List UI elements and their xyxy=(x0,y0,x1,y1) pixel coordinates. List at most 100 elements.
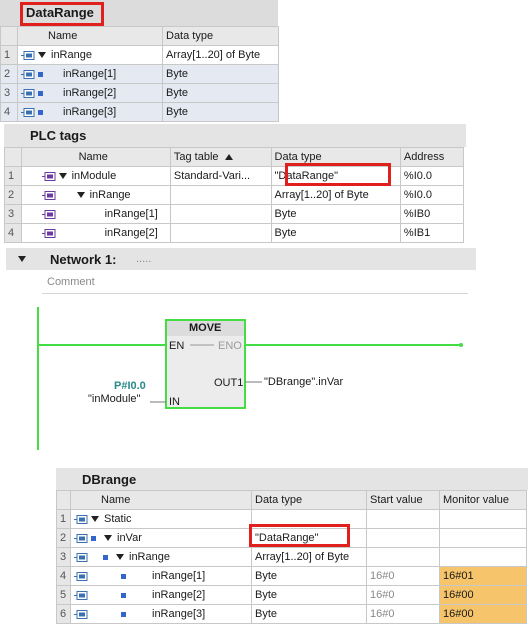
row-start: 16#0 xyxy=(366,566,440,586)
table-row[interactable]: 3 inRange[2] Byte xyxy=(0,83,279,103)
row-type: Byte xyxy=(251,585,367,605)
table-row[interactable]: 2 inRange Array[1..20] of Byte %I0.0 xyxy=(4,185,465,205)
plc-tag-icon xyxy=(41,171,56,181)
element-marker-icon xyxy=(38,71,43,77)
row-name: Static xyxy=(104,513,132,525)
network-header[interactable]: Network 1: ..... xyxy=(6,248,476,270)
row-tagtable xyxy=(169,223,272,243)
network-comment[interactable]: Comment xyxy=(42,272,468,294)
expand-triangle-icon[interactable] xyxy=(76,192,85,199)
expand-triangle-icon[interactable] xyxy=(104,535,112,542)
row-start xyxy=(366,528,440,548)
db-tag-icon xyxy=(74,514,88,524)
comment-placeholder: Comment xyxy=(47,276,95,288)
row-monitor xyxy=(439,547,527,567)
expand-triangle-icon[interactable] xyxy=(38,52,46,59)
row-address: %IB1 xyxy=(399,223,465,243)
row-type: Byte xyxy=(251,604,367,624)
expand-triangle-icon[interactable] xyxy=(91,516,99,523)
dbrange-table: Name Data type Start value Monitor value… xyxy=(56,490,527,624)
row-name: inRange xyxy=(89,189,131,201)
dbrange-datatype-highlight xyxy=(249,524,350,547)
plc-tag-icon xyxy=(41,209,56,219)
db-tag-icon xyxy=(21,88,35,98)
plc-tag-icon xyxy=(41,228,56,238)
table-row[interactable]: 4 inRange[2] Byte %IB1 xyxy=(4,223,465,243)
row-monitor xyxy=(439,509,527,529)
plctags-table: Name Tag table Data type Address 1 inMod… xyxy=(4,147,465,243)
element-marker-icon xyxy=(121,573,126,579)
row-type: Array[1..20] of Byte xyxy=(270,185,401,205)
row-name: inModule xyxy=(71,170,117,182)
move-in-pin: IN xyxy=(169,396,180,408)
col-header-tagtable[interactable]: Tag table xyxy=(169,147,272,167)
row-type: Byte xyxy=(162,64,279,84)
table-row[interactable]: 3 inRange[1] Byte %IB0 xyxy=(4,204,465,224)
collapse-network-icon[interactable] xyxy=(18,256,26,262)
plctags-panel: PLC tags Name Tag table Data type Addres… xyxy=(4,124,466,243)
col-header-name[interactable]: Name xyxy=(17,26,163,46)
element-marker-icon xyxy=(121,592,126,598)
rung-end-dot xyxy=(459,343,463,347)
move-en-pin: EN xyxy=(169,340,185,352)
ladder-diagram xyxy=(37,307,463,450)
row-name: inRange[2] xyxy=(104,227,158,239)
plc-tag-icon xyxy=(41,190,56,200)
table-row[interactable]: 5 inRange[2] Byte 16#0 16#00 xyxy=(56,585,527,605)
datarange-table: Name Data type 1 inRange Array[1..20] of… xyxy=(0,26,279,122)
network-title-dots: ..... xyxy=(136,253,152,265)
out-operand[interactable]: "DBrange".inVar xyxy=(264,376,343,388)
col-header-datatype[interactable]: Data type xyxy=(162,26,279,46)
row-type: Byte xyxy=(162,102,279,122)
sort-ascending-icon xyxy=(224,154,233,161)
move-out1-pin: OUT1 xyxy=(214,377,244,389)
table-row[interactable]: 2 inRange[1] Byte xyxy=(0,64,279,84)
col-header-startvalue[interactable]: Start value xyxy=(366,490,440,510)
col-header-datatype[interactable]: Data type xyxy=(251,490,367,510)
row-address: %I0.0 xyxy=(399,185,465,205)
row-address: %I0.0 xyxy=(399,166,465,186)
db-tag-icon xyxy=(21,107,35,117)
row-start xyxy=(366,547,440,567)
expand-triangle-icon[interactable] xyxy=(116,554,124,561)
col-header-name[interactable]: Name xyxy=(70,490,252,510)
row-name: inVar xyxy=(117,532,142,544)
dbrange-title: DBrange xyxy=(82,472,137,487)
db-tag-icon xyxy=(21,69,35,79)
row-name: inRange[3] xyxy=(152,608,206,620)
table-row[interactable]: 4 inRange[1] Byte 16#0 16#01 xyxy=(56,566,527,586)
move-block-title: MOVE xyxy=(189,322,222,334)
network-title: Network 1: xyxy=(50,252,117,267)
table-row[interactable]: 3 inRange Array[1..20] of Byte xyxy=(56,547,527,567)
row-address: %IB0 xyxy=(399,204,465,224)
row-type: Byte xyxy=(270,223,401,243)
datarange-title-highlight xyxy=(20,2,104,26)
plctags-titlebar: PLC tags xyxy=(4,124,466,147)
row-name: inRange[2] xyxy=(152,589,206,601)
move-eno-pin: ENO xyxy=(218,340,242,352)
col-header-name[interactable]: Name xyxy=(20,147,171,167)
element-marker-icon xyxy=(103,554,108,560)
col-header-address[interactable]: Address xyxy=(399,147,465,167)
col-header-monitorvalue[interactable]: Monitor value xyxy=(439,490,527,510)
dbrange-titlebar: DBrange xyxy=(56,468,528,490)
table-row[interactable]: 4 inRange[3] Byte xyxy=(0,102,279,122)
row-tagtable: Standard-Vari... xyxy=(169,166,272,186)
row-name: inRange[3] xyxy=(63,106,117,118)
in-constant[interactable]: P#I0.0 xyxy=(114,380,146,392)
table-row[interactable]: 6 inRange[3] Byte 16#0 16#00 xyxy=(56,604,527,624)
row-name: inRange[1] xyxy=(63,68,117,80)
db-tag-icon xyxy=(21,50,35,60)
plctags-title: PLC tags xyxy=(30,128,87,143)
row-start: 16#0 xyxy=(366,585,440,605)
dbrange-panel: DBrange Name Data type Start value Monit… xyxy=(56,468,528,626)
expand-triangle-icon[interactable] xyxy=(58,173,67,180)
table-row[interactable]: 1 inRange Array[1..20] of Byte xyxy=(0,45,279,65)
row-name: inRange[1] xyxy=(152,570,206,582)
row-tagtable xyxy=(169,204,272,224)
in-operand[interactable]: "inModule" xyxy=(88,393,140,405)
table-row[interactable]: 1 inModule Standard-Vari... "DataRange" … xyxy=(4,166,465,186)
db-tag-icon xyxy=(74,571,88,581)
db-tag-icon xyxy=(74,609,88,619)
element-marker-icon xyxy=(121,611,126,617)
